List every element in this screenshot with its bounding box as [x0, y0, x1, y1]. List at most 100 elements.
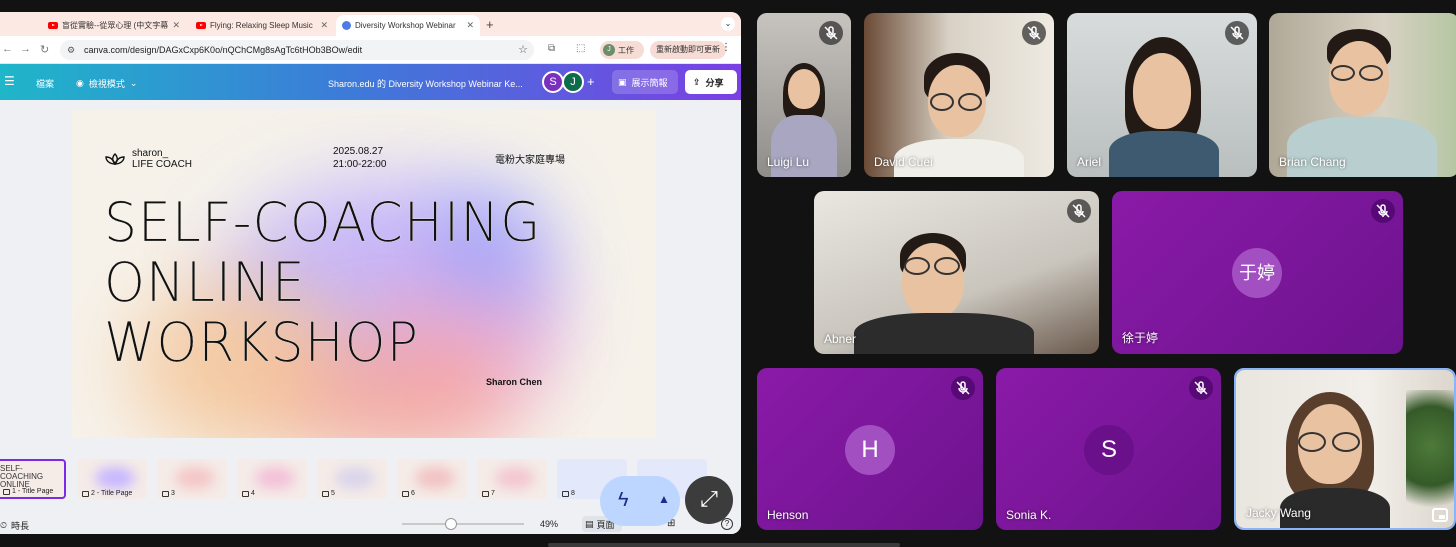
participant-tile[interactable]: S Sonia K.: [996, 368, 1221, 530]
share-label: 分享: [705, 77, 724, 88]
brand-line2: LIFE COACH: [132, 159, 193, 170]
participant-tile[interactable]: H Henson: [757, 368, 983, 530]
thumbnail-page-5[interactable]: 5: [317, 459, 387, 499]
comment-icon: [242, 490, 249, 497]
mic-muted-icon: [1189, 376, 1213, 400]
extension-icon[interactable]: ⧉: [548, 43, 555, 54]
back-icon[interactable]: ←: [2, 43, 13, 55]
bookmark-star-icon[interactable]: ☆: [518, 40, 528, 60]
view-mode-dropdown[interactable]: ◉ 檢視模式 ⌄: [76, 77, 137, 90]
thumbnail-page-3[interactable]: 3: [157, 459, 227, 499]
mic-muted-icon: [1067, 199, 1091, 223]
participant-tile[interactable]: Brian Chang: [1269, 13, 1456, 177]
participant-name: David Cuei: [874, 155, 933, 169]
comment-icon: [402, 490, 409, 497]
upload-icon: ⇪: [693, 76, 701, 87]
participant-name: Ariel: [1077, 155, 1102, 169]
participant-tile-active-speaker[interactable]: Jacky Wang: [1234, 368, 1456, 530]
profile-label: 工作: [618, 45, 634, 55]
avatar: H: [845, 425, 895, 475]
address-bar: ← → ↻ ⚙ canva.com/design/DAGxCxp6K0o/nQC…: [0, 36, 741, 64]
comment-icon: [162, 490, 169, 497]
avatar: S: [1084, 425, 1134, 475]
thumbnail-page-7[interactable]: 7: [477, 459, 547, 499]
zoom-slider-handle[interactable]: [444, 518, 457, 530]
tab-title: 盲從實驗--從眾心理 (中文字幕: [62, 21, 169, 30]
site-info-icon[interactable]: ⚙: [67, 40, 75, 60]
collaborator-avatar[interactable]: J: [562, 71, 584, 93]
event-datetime: 2025.08.27 21:00-22:00: [333, 145, 386, 171]
tab-youtube-1[interactable]: 盲從實驗--從眾心理 (中文字幕 ✕: [42, 15, 186, 36]
reload-icon[interactable]: ↻: [40, 43, 49, 56]
thumbnail-page-1[interactable]: SELF-COACHING ONLINE 1 - Title Page: [0, 459, 66, 499]
picture-in-picture-icon[interactable]: [1432, 508, 1448, 522]
comment-icon: [562, 490, 569, 497]
title-line: ONLINE: [104, 251, 306, 315]
document-title[interactable]: Sharon.edu 的 Diversity Workshop Webinar …: [328, 77, 523, 90]
help-icon[interactable]: ?: [721, 518, 733, 530]
new-tab-icon[interactable]: +: [486, 17, 494, 32]
avatar: 于婷: [1232, 248, 1282, 298]
timer-icon: ⏲: [0, 520, 8, 530]
close-icon[interactable]: ✕: [320, 20, 328, 31]
youtube-icon: [48, 22, 58, 29]
share-button[interactable]: ⇪ 分享: [685, 70, 737, 94]
expand-icon: ⤢: [700, 486, 718, 511]
thumbnail-label: 5: [331, 490, 335, 497]
event-date: 2025.08.27: [333, 146, 384, 157]
tab-youtube-2[interactable]: Flying: Relaxing Sleep Music ✕: [190, 15, 334, 36]
tab-canva[interactable]: Diversity Workshop Webinar ✕: [336, 15, 480, 36]
lotus-icon: [105, 153, 125, 165]
hamburger-icon[interactable]: ☰: [4, 74, 15, 88]
collaborator-avatar[interactable]: S: [542, 71, 564, 93]
title-line: WORKSHOP: [104, 311, 419, 375]
zoom-value[interactable]: 49%: [540, 519, 558, 529]
menu-icon[interactable]: ⋮: [721, 42, 731, 53]
present-label: 展示簡報: [631, 77, 668, 88]
comment-icon: [82, 490, 89, 497]
close-icon[interactable]: ✕: [172, 20, 180, 31]
thumbnail-label: 3: [171, 490, 175, 497]
tab-title: Diversity Workshop Webinar: [355, 21, 456, 30]
zoom-slider[interactable]: [402, 523, 524, 525]
present-button[interactable]: ▣ 展示簡報: [612, 70, 678, 94]
participant-tile[interactable]: Luigi Lu: [757, 13, 851, 177]
thumbnail-page-4[interactable]: 4: [237, 459, 307, 499]
youtube-icon: [196, 22, 206, 29]
canva-toolbar: ☰ 檔案 ◉ 檢視模式 ⌄ Sharon.edu 的 Diversity Wor…: [0, 64, 741, 100]
thumbnail-page-6[interactable]: 6: [397, 459, 467, 499]
thumbnail-label: 4: [251, 490, 255, 497]
lightning-icon: ϟ: [618, 489, 629, 511]
timer-button[interactable]: ⏲ 時長: [0, 519, 29, 532]
profile-button[interactable]: J 工作: [600, 41, 644, 59]
participant-tile[interactable]: Abner: [814, 191, 1099, 354]
tab-search-icon[interactable]: ⌄: [721, 17, 735, 31]
mic-muted-icon: [1371, 199, 1395, 223]
puzzle-icon[interactable]: ⬚: [576, 43, 585, 54]
forward-icon[interactable]: →: [20, 43, 31, 55]
add-collaborator-icon[interactable]: +: [587, 74, 595, 89]
mic-muted-icon: [1022, 21, 1046, 45]
tab-title: Flying: Relaxing Sleep Music: [210, 21, 313, 30]
participant-name: Jacky Wang: [1246, 506, 1311, 520]
thumbnail-page-2[interactable]: 2 - Title Page: [77, 459, 147, 499]
file-menu[interactable]: 檔案: [36, 77, 54, 90]
update-button[interactable]: 重新啟動即可更新: [650, 41, 726, 59]
participant-tile[interactable]: Ariel: [1067, 13, 1257, 177]
brand-line1: sharon_: [132, 148, 169, 159]
thumbnail-label: 6: [411, 490, 415, 497]
browser-window: 盲從實驗--從眾心理 (中文字幕 ✕ Flying: Relaxing Slee…: [0, 12, 741, 534]
event-time: 21:00-22:00: [333, 159, 387, 170]
presenter-name: Sharon Chen: [486, 377, 543, 387]
slide[interactable]: sharon_ LIFE COACH 2025.08.27 21:00-22:0…: [72, 110, 656, 438]
participant-tile[interactable]: 于婷 徐于婷: [1112, 191, 1403, 354]
participant-tile[interactable]: David Cuei: [864, 13, 1054, 177]
url-input[interactable]: ⚙ canva.com/design/DAGxCxp6K0o/nQChCMg8s…: [60, 40, 534, 60]
magic-tools-button[interactable]: ϟ ▲: [600, 476, 680, 526]
title-line: SELF-COACHING: [104, 191, 542, 255]
close-icon[interactable]: ✕: [466, 20, 474, 31]
dock-indicator: [548, 543, 900, 547]
expand-button[interactable]: ⤢: [685, 476, 733, 524]
url-text: canva.com/design/DAGxCxp6K0o/nQChCMg8sAg…: [84, 45, 363, 55]
tab-strip: 盲從實驗--從眾心理 (中文字幕 ✕ Flying: Relaxing Slee…: [0, 12, 741, 36]
